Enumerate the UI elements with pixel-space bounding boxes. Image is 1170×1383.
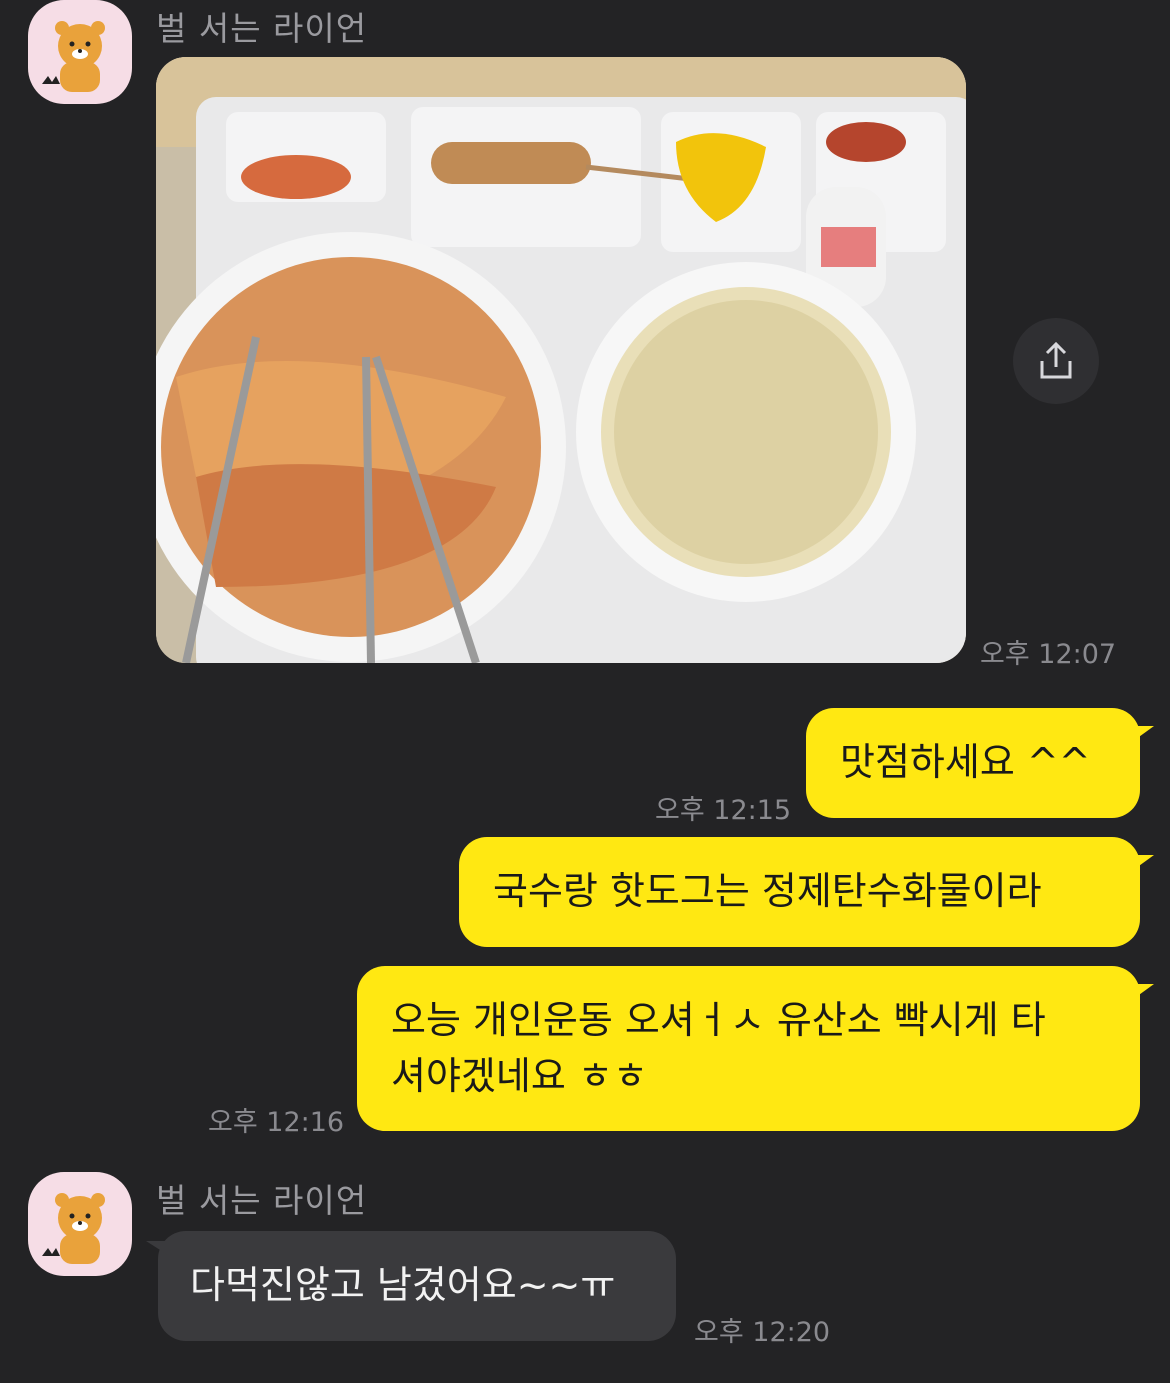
message-text: 국수랑 핫도그는 정제탄수화물이라 [493,869,1042,913]
message-text-line: 셔야겠네요 ㅎㅎ [391,1054,648,1098]
my-message-bubble[interactable]: 맛점하세요 ^^ [806,708,1154,818]
message-time: 오후 12:15 [655,795,792,826]
message-time: 오후 12:07 [980,639,1117,670]
ryan-avatar-icon [42,21,105,92]
sender-name: 벌 서는 라이언 [156,1181,368,1220]
share-icon [1040,341,1072,379]
ryan-avatar-icon [42,1193,105,1264]
my-message-bubble[interactable]: 국수랑 핫도그는 정제탄수화물이라 [459,837,1154,947]
meal-photo [156,57,966,663]
their-message-bubble[interactable]: 다먹진않고 남겼어요~~ㅠ [146,1231,676,1341]
message-time: 오후 12:20 [694,1317,831,1348]
photo-message[interactable] [156,57,966,663]
message-text: 맛점하세요 ^^ [840,740,1091,784]
avatar[interactable] [28,0,132,104]
sender-name: 벌 서는 라이언 [156,9,368,48]
message-text: 다먹진않고 남겼어요~~ㅠ [190,1263,616,1307]
message-time: 오후 12:16 [208,1107,345,1138]
message-text-line: 오능 개인운동 오셔ㅓㅅ 유산소 빡시게 타 [391,998,1046,1042]
avatar[interactable] [28,1172,132,1276]
share-button[interactable] [1013,318,1099,404]
my-message-bubble[interactable]: 오능 개인운동 오셔ㅓㅅ 유산소 빡시게 타 셔야겠네요 ㅎㅎ [357,966,1154,1131]
